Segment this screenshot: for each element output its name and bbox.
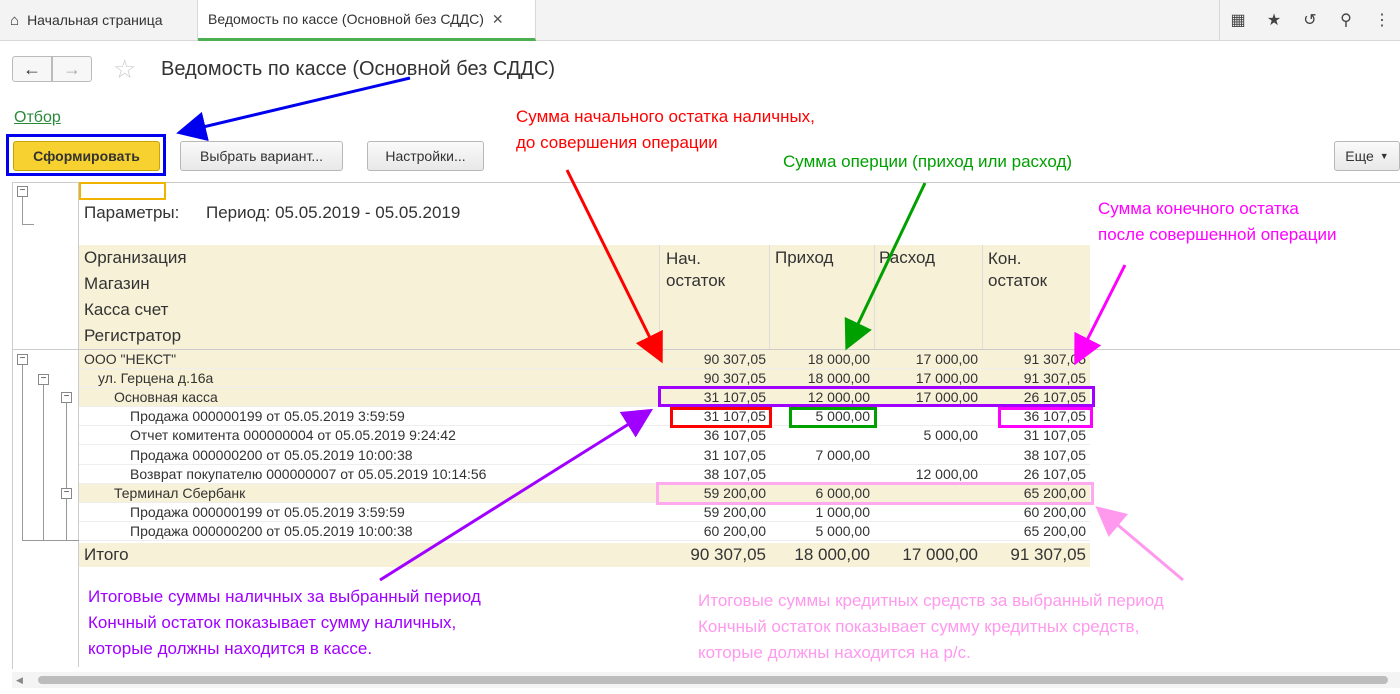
scroll-left-icon[interactable]: ◀ — [16, 675, 23, 686]
arrow-green — [844, 182, 927, 351]
scrollbar-thumb[interactable] — [38, 676, 1388, 684]
horizontal-scrollbar[interactable]: ◀ — [12, 672, 1400, 688]
arrow-magenta — [1074, 264, 1127, 366]
arrow-pink — [1095, 506, 1184, 582]
arrow-red — [565, 169, 663, 364]
annotation-arrows — [176, 76, 1184, 582]
arrow-purple — [379, 408, 654, 582]
arrow-blue — [176, 76, 411, 142]
